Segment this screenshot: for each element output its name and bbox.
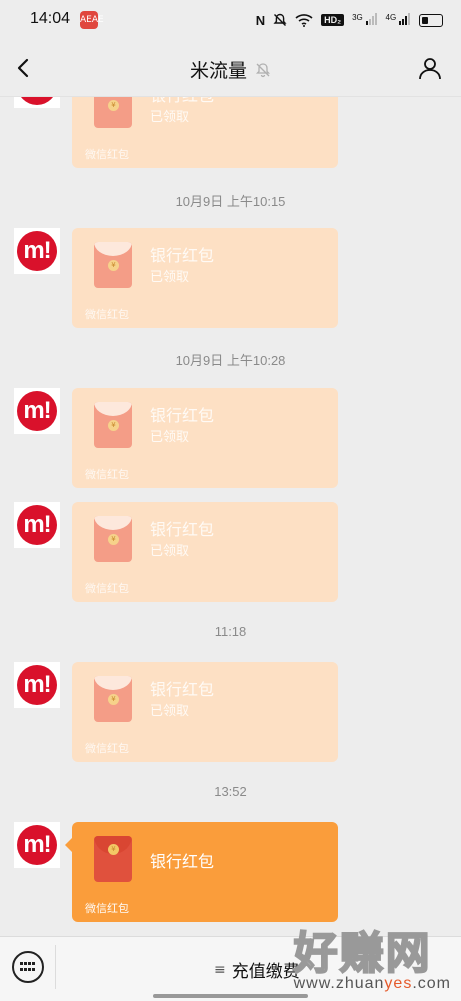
signal-3g-icon: 3G (352, 12, 377, 28)
red-envelope-icon: ¥ (94, 836, 132, 882)
sender-avatar[interactable]: m! (14, 662, 60, 708)
avatar-logo: m! (17, 825, 57, 865)
menu-list-icon: ≡ (214, 961, 226, 978)
watermark-logo: 好赚网 www.zhuanyes.com (293, 917, 451, 993)
red-packet-title: 银行红包 (150, 406, 215, 425)
red-envelope-icon: ¥ (94, 96, 132, 128)
message-timestamp: 11:18 (214, 624, 247, 639)
status-time: 14:04 (30, 10, 71, 27)
red-envelope-icon: ¥ (94, 242, 132, 288)
red-packet-status: 已领取 (150, 270, 190, 285)
wifi-icon (295, 14, 313, 27)
chat-info-button[interactable] (417, 55, 443, 81)
red-packet-message[interactable]: ¥ 银行红包 已领取 微信红包 (72, 228, 338, 328)
red-packet-title: 银行红包 (150, 246, 215, 265)
avatar-logo: m! (17, 665, 57, 705)
keyboard-toggle-button[interactable] (12, 951, 44, 983)
hd-voice-icon: HD₂ (321, 14, 345, 26)
sender-avatar[interactable]: m! (14, 228, 60, 274)
red-packet-message[interactable]: ¥ 银行红包 已领取 微信红包 (72, 388, 338, 488)
watermark-url: www.zhuanyes.com (293, 975, 451, 992)
red-packet-status: 已领取 (150, 704, 190, 719)
avatar-logo: m! (17, 505, 57, 545)
red-envelope-icon: ¥ (94, 676, 132, 722)
signal-bars-icon (399, 12, 410, 25)
mute-bell-icon (273, 13, 287, 26)
red-packet-footer: 微信红包 (85, 582, 129, 595)
signal-4g-icon: 4G (385, 12, 411, 28)
red-packet-title: 银行红包 (150, 852, 215, 871)
menu-item-label: 充值缴费 (231, 962, 300, 982)
divider (55, 945, 56, 989)
sender-avatar[interactable]: m! (14, 96, 60, 108)
red-packet-footer: 微信红包 (85, 468, 129, 481)
red-packet-message[interactable]: ¥ 银行红包 已领取 微信红包 (72, 662, 338, 762)
chat-title-area: 米流量 (0, 56, 461, 83)
sender-avatar[interactable]: m! (14, 388, 60, 434)
red-packet-title: 银行红包 (150, 680, 215, 699)
red-packet-footer: 微信红包 (85, 902, 129, 915)
chat-title: 米流量 (189, 60, 247, 82)
red-packet-status: 已领取 (150, 544, 190, 559)
signal-bars-icon (365, 12, 377, 25)
sender-avatar[interactable]: m! (14, 822, 60, 868)
status-icons: N HD₂ 3G 4G (256, 10, 443, 30)
red-envelope-icon: ¥ (94, 402, 132, 448)
message-list[interactable]: m! ¥ 银行红包 已领取 微信红包 10月9日 上午10:15 m! ¥ 银行… (0, 96, 461, 936)
home-indicator[interactable] (153, 994, 308, 998)
status-bar: 14:04 AEAE N HD₂ 3G 4G (0, 0, 461, 40)
chat-header: 米流量 (0, 40, 461, 97)
red-packet-message-unopened[interactable]: ¥ 银行红包 微信红包 (65, 822, 338, 922)
red-packet-footer: 微信红包 (85, 148, 129, 161)
red-packet-title: 银行红包 (150, 96, 214, 106)
battery-icon (419, 13, 443, 27)
watermark-title: 好赚网 (293, 927, 432, 980)
sender-avatar[interactable]: m! (14, 502, 60, 548)
avatar-logo: m! (17, 391, 57, 431)
avatar-logo: m! (17, 231, 57, 271)
red-packet-footer: 微信红包 (85, 742, 129, 755)
message-timestamp: 10月9日 上午10:28 (175, 353, 286, 368)
bottom-menu-bar: ≡ 充值缴费 好赚网 www.zhuanyes.com (0, 927, 461, 1001)
red-packet-message[interactable]: ¥ 银行红包 已领取 微信红包 (72, 502, 338, 602)
red-packet-footer: 微信红包 (85, 308, 129, 321)
message-timestamp: 13:52 (214, 784, 247, 799)
red-packet-message[interactable]: ¥ 银行红包 已领取 微信红包 (72, 96, 338, 168)
red-envelope-icon: ¥ (94, 516, 132, 562)
menu-item-recharge[interactable]: ≡ 充值缴费 (214, 957, 300, 983)
nfc-icon: N (255, 12, 266, 28)
red-packet-title: 银行红包 (150, 520, 215, 539)
red-packet-status: 已领取 (150, 430, 190, 445)
keyboard-icon (20, 961, 36, 973)
signal-3g-label: 3G (352, 12, 363, 22)
muted-bell-icon (255, 62, 271, 77)
signal-4g-label: 4G (385, 12, 397, 22)
red-packet-status: 已领取 (150, 110, 190, 125)
notification-app-icon: AEAE (80, 11, 104, 29)
message-timestamp: 10月9日 上午10:15 (175, 194, 286, 209)
avatar-logo: m! (17, 96, 57, 105)
